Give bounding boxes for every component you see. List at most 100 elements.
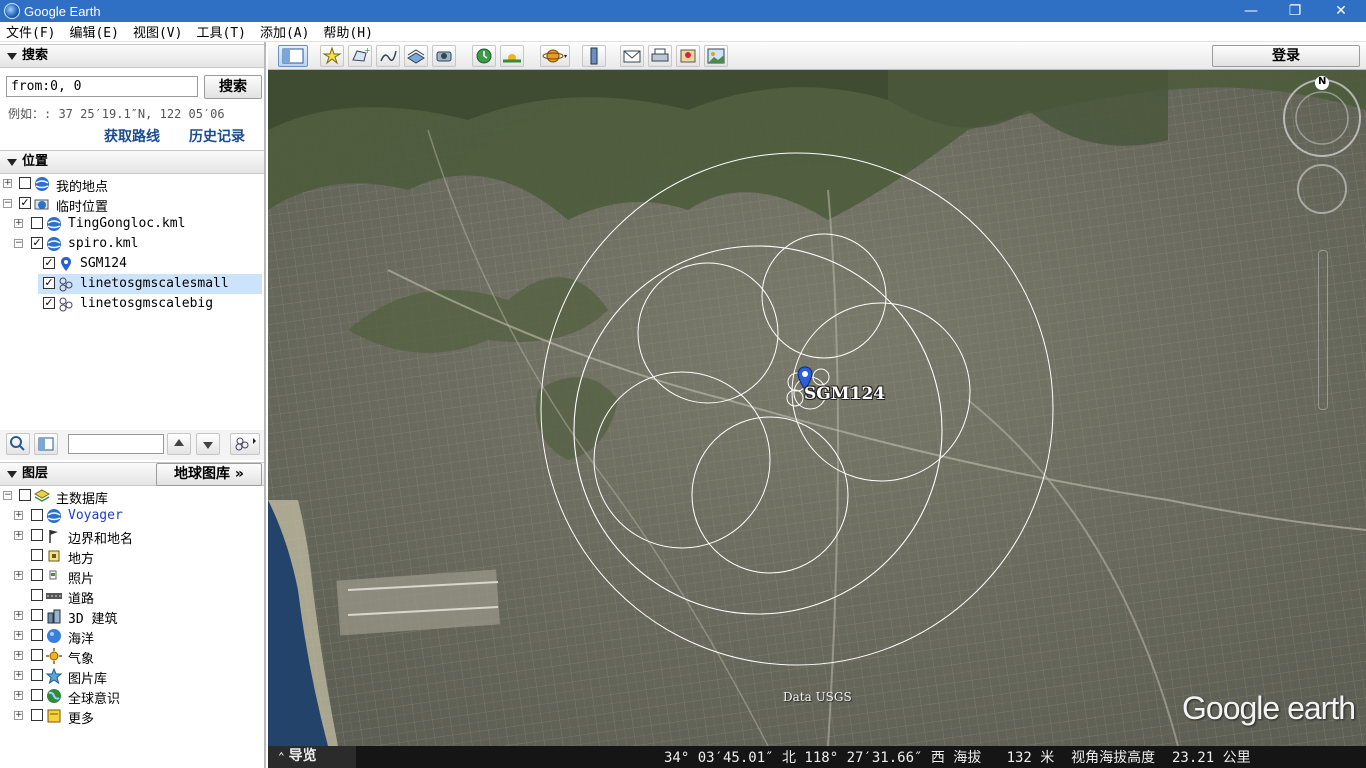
expand-icon[interactable]: + [14, 511, 23, 520]
add-path-button[interactable] [376, 45, 400, 67]
maximize-button[interactable]: ❐ [1272, 0, 1318, 22]
placemark-label[interactable]: SGM124 [804, 384, 885, 404]
get-directions-link[interactable]: 获取路线 [104, 126, 160, 146]
switch-planet-button[interactable] [540, 45, 570, 67]
checkbox[interactable]: ✓ [43, 297, 55, 309]
toggle-panel-button[interactable] [34, 433, 58, 455]
menu-view[interactable]: 视图(V) [127, 22, 190, 41]
checkbox[interactable] [31, 709, 43, 721]
menu-file[interactable]: 文件(F) [0, 22, 63, 41]
menu-edit[interactable]: 编辑(E) [63, 22, 126, 41]
checkbox[interactable] [31, 217, 43, 229]
checkbox[interactable] [19, 177, 31, 189]
tree-label: 我的地点 [56, 180, 109, 195]
list-item[interactable]: + TingGongloc.kml [0, 214, 264, 234]
checkbox[interactable] [31, 609, 43, 621]
expand-icon[interactable]: + [14, 571, 23, 580]
ruler-button[interactable] [582, 45, 606, 67]
list-item[interactable]: + 照片 [0, 566, 264, 587]
checkbox[interactable] [31, 509, 43, 521]
overview-toggle[interactable]: ⌃ 导览 [268, 746, 356, 768]
expand-icon[interactable]: + [14, 611, 23, 620]
list-item[interactable]: 地方 [0, 546, 264, 567]
zoom-slider[interactable] [1318, 250, 1328, 410]
search-panel-header[interactable]: 搜索 [0, 44, 264, 68]
earth-3d-view[interactable]: SGM124 N Data USGS Google earth [268, 70, 1366, 746]
search-places-button[interactable] [6, 433, 30, 455]
checkbox[interactable] [19, 489, 31, 501]
tree-label: 气象 [68, 652, 95, 667]
list-item[interactable]: + 海洋 [0, 626, 264, 647]
globe-icon [47, 217, 61, 231]
view-in-google-maps-button[interactable] [676, 45, 700, 67]
tree-label: linetosgmscalebig [80, 296, 214, 311]
checkbox[interactable] [31, 629, 43, 641]
expand-icon[interactable]: + [14, 631, 23, 640]
checkbox[interactable] [31, 529, 43, 541]
checkbox[interactable] [31, 669, 43, 681]
checkbox[interactable] [31, 649, 43, 661]
places-filter-input[interactable] [68, 434, 164, 454]
expand-icon[interactable]: + [3, 179, 12, 188]
close-button[interactable]: ✕ [1318, 0, 1364, 22]
history-link[interactable]: 历史记录 [189, 126, 245, 146]
checkbox[interactable]: ✓ [43, 257, 55, 269]
login-button[interactable]: 登录 [1212, 45, 1360, 67]
expand-icon[interactable]: + [14, 651, 23, 660]
record-tour-button[interactable] [432, 45, 456, 67]
list-item[interactable]: ✓ linetosgmscalesmall [0, 274, 264, 294]
list-item[interactable]: + 全球意识 [0, 686, 264, 707]
list-item[interactable]: 道路 [0, 586, 264, 607]
historical-imagery-button[interactable] [472, 45, 496, 67]
search-button[interactable]: 搜索 [204, 75, 262, 99]
add-polygon-button[interactable]: + [348, 45, 372, 67]
expand-icon[interactable]: + [14, 711, 23, 720]
collapse-icon[interactable]: − [3, 199, 12, 208]
move-down-button[interactable] [196, 433, 220, 455]
list-item[interactable]: − ✓ spiro.kml [0, 234, 264, 254]
tree-label: TingGongloc.kml [68, 216, 186, 231]
print-button[interactable] [648, 45, 672, 67]
list-item[interactable]: − 主数据库 [0, 486, 264, 507]
checkbox[interactable] [31, 689, 43, 701]
list-item[interactable]: + 边界和地名 [0, 526, 264, 547]
toggle-sidebar-button[interactable] [278, 45, 308, 67]
email-button[interactable] [620, 45, 644, 67]
search-input[interactable] [6, 76, 198, 97]
earth-gallery-button[interactable]: 地球图库 » [156, 463, 262, 486]
save-image-button[interactable] [704, 45, 728, 67]
list-item[interactable]: ✓ SGM124 [0, 254, 264, 274]
collapse-icon[interactable]: − [14, 239, 23, 248]
places-toolbar [0, 430, 264, 460]
menu-help[interactable]: 帮助(H) [317, 22, 380, 41]
list-item[interactable]: + 3D 建筑 [0, 606, 264, 627]
list-item[interactable]: + 气象 [0, 646, 264, 667]
places-panel-header[interactable]: 位置 [0, 150, 264, 174]
move-up-button[interactable] [167, 433, 191, 455]
sunlight-button[interactable] [500, 45, 524, 67]
checkbox[interactable] [31, 589, 43, 601]
expand-icon[interactable]: + [14, 531, 23, 540]
add-image-overlay-button[interactable] [404, 45, 428, 67]
places-options-button[interactable] [230, 433, 260, 455]
checkbox[interactable]: ✓ [19, 197, 31, 209]
checkbox[interactable]: ✓ [31, 237, 43, 249]
add-placemark-button[interactable] [320, 45, 344, 67]
expand-icon[interactable]: + [14, 691, 23, 700]
checkbox[interactable]: ✓ [43, 277, 55, 289]
navigation-controls[interactable] [1282, 74, 1362, 234]
checkbox[interactable] [31, 549, 43, 561]
expand-icon[interactable]: + [14, 671, 23, 680]
list-item[interactable]: + 图片库 [0, 666, 264, 687]
expand-icon[interactable]: + [14, 219, 23, 228]
menu-tools[interactable]: 工具(T) [190, 22, 253, 41]
list-item[interactable]: + 更多 [0, 706, 264, 727]
list-item[interactable]: + 我的地点 [0, 174, 264, 195]
checkbox[interactable] [31, 569, 43, 581]
collapse-icon[interactable]: − [3, 491, 12, 500]
list-item[interactable]: ✓ linetosgmscalebig [0, 294, 264, 314]
list-item[interactable]: + Voyager [0, 506, 264, 526]
minimize-button[interactable]: — [1228, 0, 1274, 22]
menu-add[interactable]: 添加(A) [254, 22, 317, 41]
list-item[interactable]: − ✓ 临时位置 [0, 194, 264, 215]
